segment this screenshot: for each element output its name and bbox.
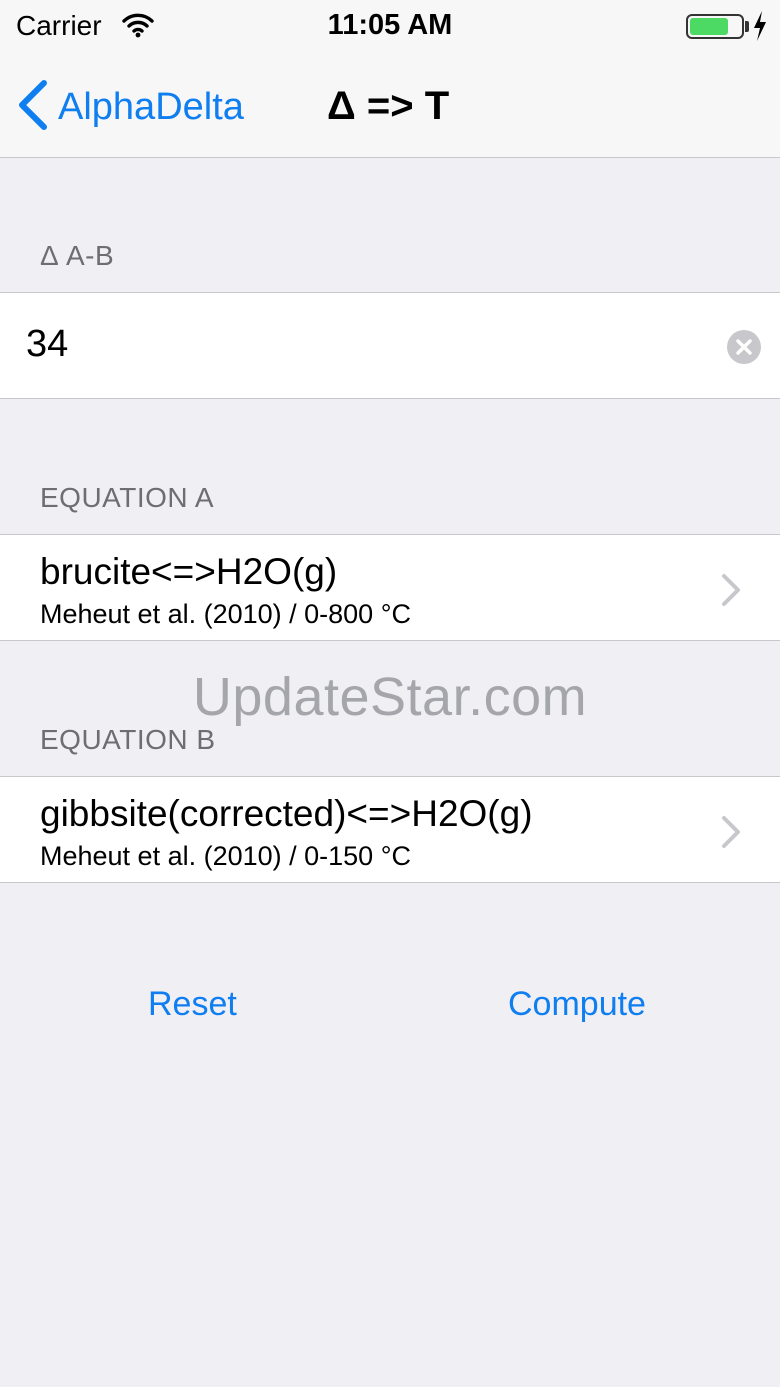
equation-b-header: EQUATION B <box>40 724 216 755</box>
battery-fill <box>690 18 728 35</box>
chevron-left-icon <box>16 79 48 135</box>
back-button[interactable]: AlphaDelta <box>16 79 244 135</box>
equation-a-title: brucite<=>H2O(g) <box>40 551 338 592</box>
delta-section-header: Δ A-B <box>40 240 115 271</box>
equation-a-header: EQUATION A <box>40 482 215 513</box>
page-title: Δ => T <box>327 84 450 128</box>
compute-button[interactable]: Compute <box>508 985 646 1024</box>
delta-input[interactable] <box>26 319 706 369</box>
clear-icon[interactable] <box>726 329 762 370</box>
equation-b-title: gibbsite(corrected)<=>H2O(g) <box>40 793 533 834</box>
status-time: 11:05 AM <box>327 9 453 41</box>
back-label: AlphaDelta <box>58 85 244 128</box>
equation-a-cell[interactable]: brucite<=>H2O(g) Meheut et al. (2010) / … <box>0 534 780 641</box>
status-bar: Carrier 11:05 AM <box>0 0 780 54</box>
delta-input-cell <box>0 292 780 399</box>
equation-b-cell[interactable]: gibbsite(corrected)<=>H2O(g) Meheut et a… <box>0 776 780 883</box>
screen: Carrier 11:05 AM AlphaDelta Δ => T Δ A-B… <box>0 0 780 1387</box>
battery-cap <box>745 21 749 32</box>
bolt-icon <box>752 10 768 47</box>
chevron-right-icon <box>720 573 742 612</box>
navigation-bar: AlphaDelta Δ => T <box>0 54 780 158</box>
reset-button[interactable]: Reset <box>148 985 237 1024</box>
battery-icon <box>686 14 744 39</box>
chevron-right-icon <box>720 815 742 854</box>
equation-b-subtitle: Meheut et al. (2010) / 0-150 °C <box>40 841 411 871</box>
equation-a-subtitle: Meheut et al. (2010) / 0-800 °C <box>40 599 411 629</box>
watermark: UpdateStar.com <box>192 667 588 727</box>
